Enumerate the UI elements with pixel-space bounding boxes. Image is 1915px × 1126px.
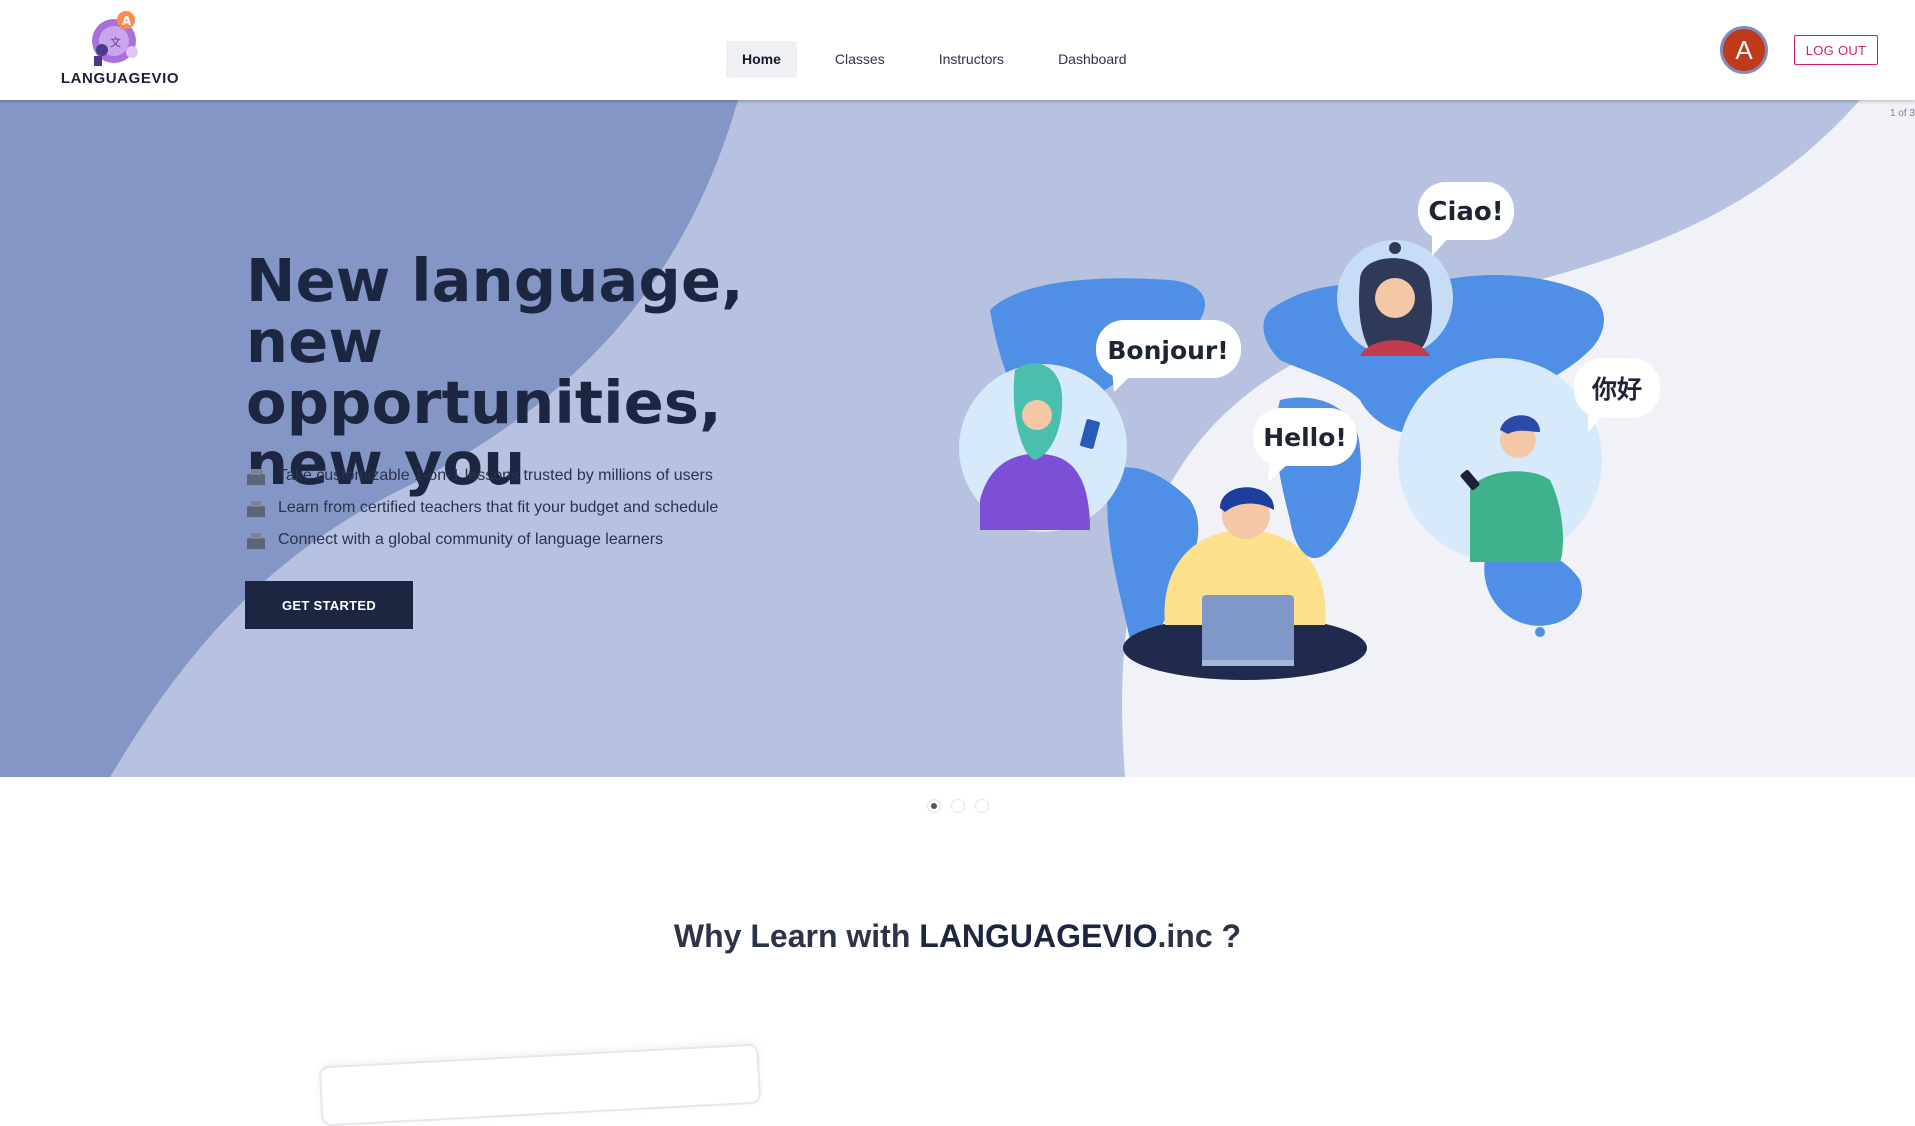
slide-counter: 1 of 3	[1889, 108, 1915, 119]
brand-name: LANGUAGEVIO	[60, 70, 180, 87]
carousel-indicators	[928, 800, 988, 812]
learner-girl-illustration	[959, 363, 1127, 532]
why-brand: LANGUAGEVIO	[919, 918, 1158, 954]
greeting-bubble-ciao: Ciao!	[1418, 182, 1514, 256]
feature-item: Learn from certified teachers that fit y…	[246, 492, 718, 524]
greeting-ciao: Ciao!	[1428, 197, 1503, 227]
svg-text:文: 文	[110, 35, 121, 49]
feature-list: Take customizable 1-on-1 lessons trusted…	[246, 460, 718, 556]
brand-logo[interactable]: A 文 LANGUAGEVIO	[58, 8, 182, 90]
feature-text: Connect with a global community of langu…	[278, 531, 664, 548]
greeting-nihao: 你好	[1591, 375, 1642, 404]
logout-button[interactable]: LOG OUT	[1794, 35, 1878, 65]
hero-carousel-slide: 1 of 3 New language, new opportunities, …	[0, 100, 1915, 777]
world-map-illustration: Ciao! Bonjour! Hello! 你好	[959, 182, 1660, 680]
book-stack-icon	[247, 469, 265, 485]
carousel-dot-3[interactable]	[976, 800, 988, 812]
headline-line-2: new opportunities,	[246, 307, 722, 437]
greeting-bubble-bonjour: Bonjour!	[1096, 320, 1241, 392]
carousel-dot-2[interactable]	[952, 800, 964, 812]
learner-woman-illustration	[1337, 240, 1453, 356]
nav-instructors[interactable]: Instructors	[923, 41, 1020, 78]
book-stack-icon	[247, 501, 265, 517]
greeting-bonjour: Bonjour!	[1107, 336, 1228, 365]
why-suffix: .inc ?	[1157, 918, 1242, 954]
main-nav: Home Classes Instructors Dashboard	[726, 41, 1165, 78]
svg-text:A: A	[122, 14, 132, 28]
nav-home[interactable]: Home	[726, 41, 797, 78]
nav-classes[interactable]: Classes	[819, 41, 901, 78]
why-learn-heading: Why Learn with LANGUAGEVIO.inc ?	[0, 918, 1915, 955]
user-avatar[interactable]: A	[1720, 26, 1768, 74]
feature-item: Connect with a global community of langu…	[246, 524, 718, 556]
learner-man-illustration	[1398, 358, 1602, 562]
feature-card-peek	[318, 1043, 762, 1126]
carousel-dot-1[interactable]	[928, 800, 940, 812]
nav-dashboard[interactable]: Dashboard	[1042, 41, 1143, 78]
feature-text: Learn from certified teachers that fit y…	[278, 499, 719, 516]
get-started-button[interactable]: GET STARTED	[245, 581, 413, 629]
feature-text: Take customizable 1-on-1 lessons trusted…	[278, 467, 713, 484]
greeting-hello: Hello!	[1263, 423, 1347, 452]
hero-headline: New language, new opportunities, new you	[246, 250, 866, 494]
language-globe-logo-icon: A 文	[92, 11, 138, 66]
top-navbar: A 文 LANGUAGEVIO Home Classes Instructors…	[0, 0, 1915, 100]
book-stack-icon	[247, 533, 265, 549]
headline-line-1: New language,	[246, 246, 744, 315]
feature-item: Take customizable 1-on-1 lessons trusted…	[246, 460, 718, 492]
why-prefix: Why Learn with	[673, 918, 920, 954]
